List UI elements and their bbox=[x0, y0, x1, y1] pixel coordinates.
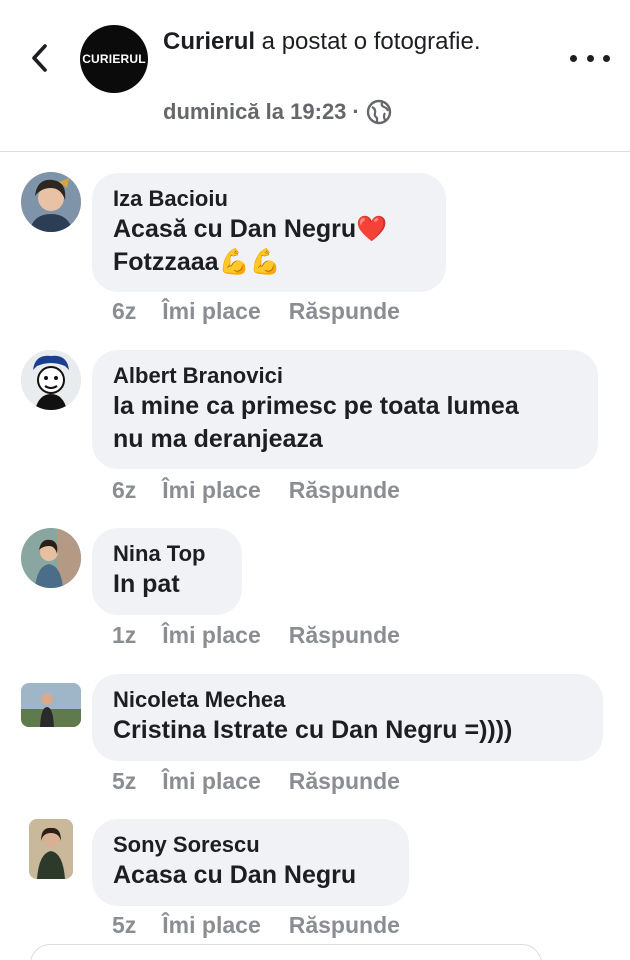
commenter-name[interactable]: Albert Branovici bbox=[113, 362, 578, 390]
comment-time[interactable]: 5z bbox=[112, 768, 136, 795]
dot-icon bbox=[603, 54, 610, 62]
comment-text: la mine ca primesc pe toata lumea nu ma … bbox=[113, 392, 519, 453]
back-button[interactable] bbox=[22, 40, 58, 76]
comment-text: In pat bbox=[113, 570, 180, 598]
comment-bubble[interactable]: Nicoleta Mechea Cristina Istrate cu Dan … bbox=[92, 674, 603, 761]
user-photo-icon bbox=[29, 819, 73, 879]
post-title: Curierul a postat o fotografie. bbox=[163, 26, 493, 58]
dot-icon bbox=[586, 54, 594, 62]
dot-icon bbox=[570, 54, 577, 62]
comment-actions: 5z Îmi place Răspunde bbox=[112, 768, 400, 795]
comment-bubble[interactable]: Nina Top In pat bbox=[92, 528, 242, 615]
post-timestamp[interactable]: duminică la 19:23 bbox=[163, 99, 346, 125]
comment-text: Acasă cu Dan Negru❤️ Fotzzaaa💪💪 bbox=[113, 213, 426, 279]
page-avatar[interactable]: CURIERUL bbox=[80, 25, 148, 93]
reply-button[interactable]: Răspunde bbox=[289, 912, 400, 939]
comment-actions: 1z Îmi place Răspunde bbox=[112, 622, 400, 649]
meta-separator: · bbox=[352, 99, 360, 124]
globe-icon bbox=[366, 99, 391, 125]
avatar[interactable] bbox=[21, 350, 81, 410]
comment-time[interactable]: 5z bbox=[112, 912, 136, 939]
avatar[interactable] bbox=[21, 528, 81, 588]
commenter-name[interactable]: Nina Top bbox=[113, 540, 222, 568]
like-button[interactable]: Îmi place bbox=[162, 477, 260, 504]
reply-button[interactable]: Răspunde bbox=[289, 768, 400, 795]
reply-button[interactable]: Răspunde bbox=[289, 298, 400, 325]
commenter-name[interactable]: Sony Sorescu bbox=[113, 831, 389, 859]
like-button[interactable]: Îmi place bbox=[162, 768, 260, 795]
like-button[interactable]: Îmi place bbox=[162, 622, 260, 649]
commenter-name[interactable]: Iza Bacioiu bbox=[113, 185, 426, 213]
comment-actions: 6z Îmi place Răspunde bbox=[112, 477, 400, 504]
comment-text-line1: Acasă cu Dan Negru bbox=[113, 215, 357, 243]
avatar[interactable] bbox=[21, 172, 81, 232]
avatar[interactable] bbox=[29, 819, 73, 879]
post-action-text: a postat o fotografie. bbox=[255, 28, 481, 55]
comment-text-line2: Fotzzaaa bbox=[113, 248, 219, 276]
comment-time[interactable]: 6z bbox=[112, 298, 136, 325]
comment-text: Acasa cu Dan Negru bbox=[113, 861, 357, 889]
reply-button[interactable]: Răspunde bbox=[289, 622, 400, 649]
user-photo-icon bbox=[21, 172, 81, 232]
comment-input[interactable] bbox=[30, 944, 542, 960]
comment-bubble[interactable]: Albert Branovici la mine ca primesc pe t… bbox=[92, 350, 598, 469]
cartoon-avatar-icon bbox=[21, 350, 81, 410]
page-name-link[interactable]: Curierul bbox=[163, 28, 255, 55]
comment-text: Cristina Istrate cu Dan Negru =)))) bbox=[113, 716, 513, 744]
chevron-left-icon bbox=[32, 44, 47, 72]
comment-bubble[interactable]: Iza Bacioiu Acasă cu Dan Negru❤️ Fotzzaaa… bbox=[92, 173, 446, 292]
user-photo-icon bbox=[21, 528, 81, 588]
logo-text: CURIERUL bbox=[82, 52, 146, 66]
avatar[interactable] bbox=[21, 683, 81, 727]
heart-icon: ❤️ bbox=[356, 215, 388, 243]
like-button[interactable]: Îmi place bbox=[162, 912, 260, 939]
reply-button[interactable]: Răspunde bbox=[289, 477, 400, 504]
commenter-name[interactable]: Nicoleta Mechea bbox=[113, 686, 583, 714]
comment-time[interactable]: 6z bbox=[112, 477, 136, 504]
like-button[interactable]: Îmi place bbox=[162, 298, 260, 325]
comment-time[interactable]: 1z bbox=[112, 622, 136, 649]
comment-actions: 6z Îmi place Răspunde bbox=[112, 298, 400, 325]
more-options-button[interactable] bbox=[570, 45, 610, 71]
user-photo-icon bbox=[21, 683, 81, 727]
comment-bubble[interactable]: Sony Sorescu Acasa cu Dan Negru bbox=[92, 819, 409, 906]
comment-actions: 5z Îmi place Răspunde bbox=[112, 912, 400, 939]
post-header: CURIERUL Curierul a postat o fotografie.… bbox=[0, 0, 630, 152]
post-meta: duminică la 19:23 · bbox=[163, 99, 392, 125]
flexed-biceps-icon: 💪💪 bbox=[218, 248, 281, 276]
